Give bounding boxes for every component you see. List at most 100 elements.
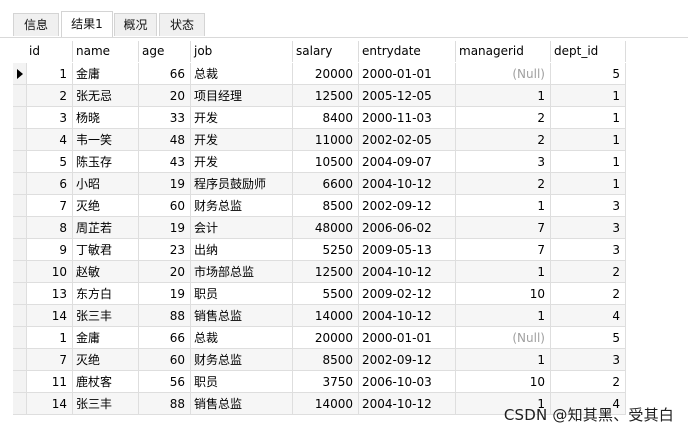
cell-name[interactable]: 鹿杖客 [73,371,139,393]
cell-id[interactable]: 9 [26,239,73,261]
column-header-age[interactable]: age [139,41,191,62]
tab-info[interactable]: 信息 [13,13,59,36]
row-selector[interactable] [13,393,27,415]
column-header-id[interactable]: id [26,41,73,62]
cell-age[interactable]: 66 [139,63,191,85]
cell-salary[interactable]: 5500 [293,283,359,305]
cell-job[interactable]: 项目经理 [191,85,293,107]
cell-id[interactable]: 10 [26,261,73,283]
row-selector[interactable] [13,261,27,283]
cell-entrydate[interactable]: 2002-09-12 [359,349,456,371]
cell-name[interactable]: 赵敏 [73,261,139,283]
cell-job[interactable]: 开发 [191,107,293,129]
cell-salary[interactable]: 14000 [293,305,359,327]
cell-entrydate[interactable]: 2009-02-12 [359,283,456,305]
cell-id[interactable]: 7 [26,349,73,371]
cell-job[interactable]: 财务总监 [191,349,293,371]
table-row[interactable]: 13 东方白 19 职员 5500 2009-02-12 10 2 [13,283,626,305]
row-selector[interactable] [13,371,27,393]
row-selector[interactable] [13,239,27,261]
cell-entrydate[interactable]: 2009-05-13 [359,239,456,261]
table-row[interactable]: 1 金庸 66 总裁 20000 2000-01-01 (Null) 5 [13,327,626,349]
row-selector[interactable] [13,327,27,349]
cell-dept-id[interactable]: 4 [551,305,626,327]
table-row[interactable]: 7 灭绝 60 财务总监 8500 2002-09-12 1 3 [13,195,626,217]
column-header-dept-id[interactable]: dept_id [551,41,626,62]
cell-dept-id[interactable]: 1 [551,173,626,195]
cell-job[interactable]: 市场部总监 [191,261,293,283]
cell-age[interactable]: 60 [139,349,191,371]
cell-managerid[interactable]: 2 [456,129,551,151]
cell-age[interactable]: 66 [139,327,191,349]
cell-salary[interactable]: 6600 [293,173,359,195]
cell-name[interactable]: 周芷若 [73,217,139,239]
cell-entrydate[interactable]: 2000-11-03 [359,107,456,129]
cell-entrydate[interactable]: 2002-09-12 [359,195,456,217]
cell-job[interactable]: 总裁 [191,327,293,349]
cell-age[interactable]: 56 [139,371,191,393]
row-selector[interactable] [13,129,27,151]
column-header-name[interactable]: name [73,41,139,62]
cell-age[interactable]: 23 [139,239,191,261]
cell-id[interactable]: 4 [26,129,73,151]
cell-job[interactable]: 职员 [191,371,293,393]
row-selector[interactable] [13,305,27,327]
cell-id[interactable]: 3 [26,107,73,129]
cell-entrydate[interactable]: 2004-10-12 [359,393,456,415]
cell-managerid[interactable]: 1 [456,305,551,327]
cell-managerid[interactable]: (Null) [456,327,551,349]
cell-name[interactable]: 张三丰 [73,305,139,327]
cell-age[interactable]: 60 [139,195,191,217]
cell-id[interactable]: 6 [26,173,73,195]
tab-result-1[interactable]: 结果1 [61,11,113,37]
cell-job[interactable]: 会计 [191,217,293,239]
cell-dept-id[interactable]: 2 [551,283,626,305]
column-header-entrydate[interactable]: entrydate [359,41,456,62]
row-selector[interactable] [13,283,27,305]
table-row[interactable]: 2 张无忌 20 项目经理 12500 2005-12-05 1 1 [13,85,626,107]
table-row[interactable]: 3 杨晓 33 开发 8400 2000-11-03 2 1 [13,107,626,129]
cell-id[interactable]: 1 [26,327,73,349]
cell-managerid[interactable]: 7 [456,239,551,261]
table-row[interactable]: 10 赵敏 20 市场部总监 12500 2004-10-12 1 2 [13,261,626,283]
cell-job[interactable]: 销售总监 [191,393,293,415]
cell-entrydate[interactable]: 2006-10-03 [359,371,456,393]
cell-dept-id[interactable]: 3 [551,217,626,239]
cell-entrydate[interactable]: 2000-01-01 [359,327,456,349]
cell-managerid[interactable]: 10 [456,283,551,305]
cell-job[interactable]: 职员 [191,283,293,305]
cell-job[interactable]: 开发 [191,129,293,151]
cell-name[interactable]: 陈玉存 [73,151,139,173]
cell-salary[interactable]: 8500 [293,349,359,371]
table-row[interactable]: 8 周芷若 19 会计 48000 2006-06-02 7 3 [13,217,626,239]
cell-entrydate[interactable]: 2006-06-02 [359,217,456,239]
table-row[interactable]: 7 灭绝 60 财务总监 8500 2002-09-12 1 3 [13,349,626,371]
cell-id[interactable]: 7 [26,195,73,217]
cell-managerid[interactable]: 7 [456,217,551,239]
cell-dept-id[interactable]: 5 [551,327,626,349]
cell-name[interactable]: 韦一笑 [73,129,139,151]
cell-name[interactable]: 灭绝 [73,195,139,217]
cell-managerid[interactable]: 1 [456,261,551,283]
cell-id[interactable]: 8 [26,217,73,239]
cell-dept-id[interactable]: 1 [551,85,626,107]
cell-age[interactable]: 48 [139,129,191,151]
cell-age[interactable]: 20 [139,85,191,107]
cell-age[interactable]: 43 [139,151,191,173]
row-selector[interactable] [13,217,27,239]
cell-age[interactable]: 20 [139,261,191,283]
cell-dept-id[interactable]: 1 [551,107,626,129]
cell-job[interactable]: 总裁 [191,63,293,85]
cell-name[interactable]: 丁敏君 [73,239,139,261]
cell-entrydate[interactable]: 2004-10-12 [359,305,456,327]
cell-managerid[interactable]: 1 [456,85,551,107]
row-selector[interactable] [13,107,27,129]
column-header-managerid[interactable]: managerid [456,41,551,62]
cell-salary[interactable]: 8400 [293,107,359,129]
cell-salary[interactable]: 20000 [293,63,359,85]
tab-status[interactable]: 状态 [159,13,205,36]
cell-salary[interactable]: 10500 [293,151,359,173]
cell-job[interactable]: 开发 [191,151,293,173]
cell-dept-id[interactable]: 5 [551,63,626,85]
cell-name[interactable]: 小昭 [73,173,139,195]
